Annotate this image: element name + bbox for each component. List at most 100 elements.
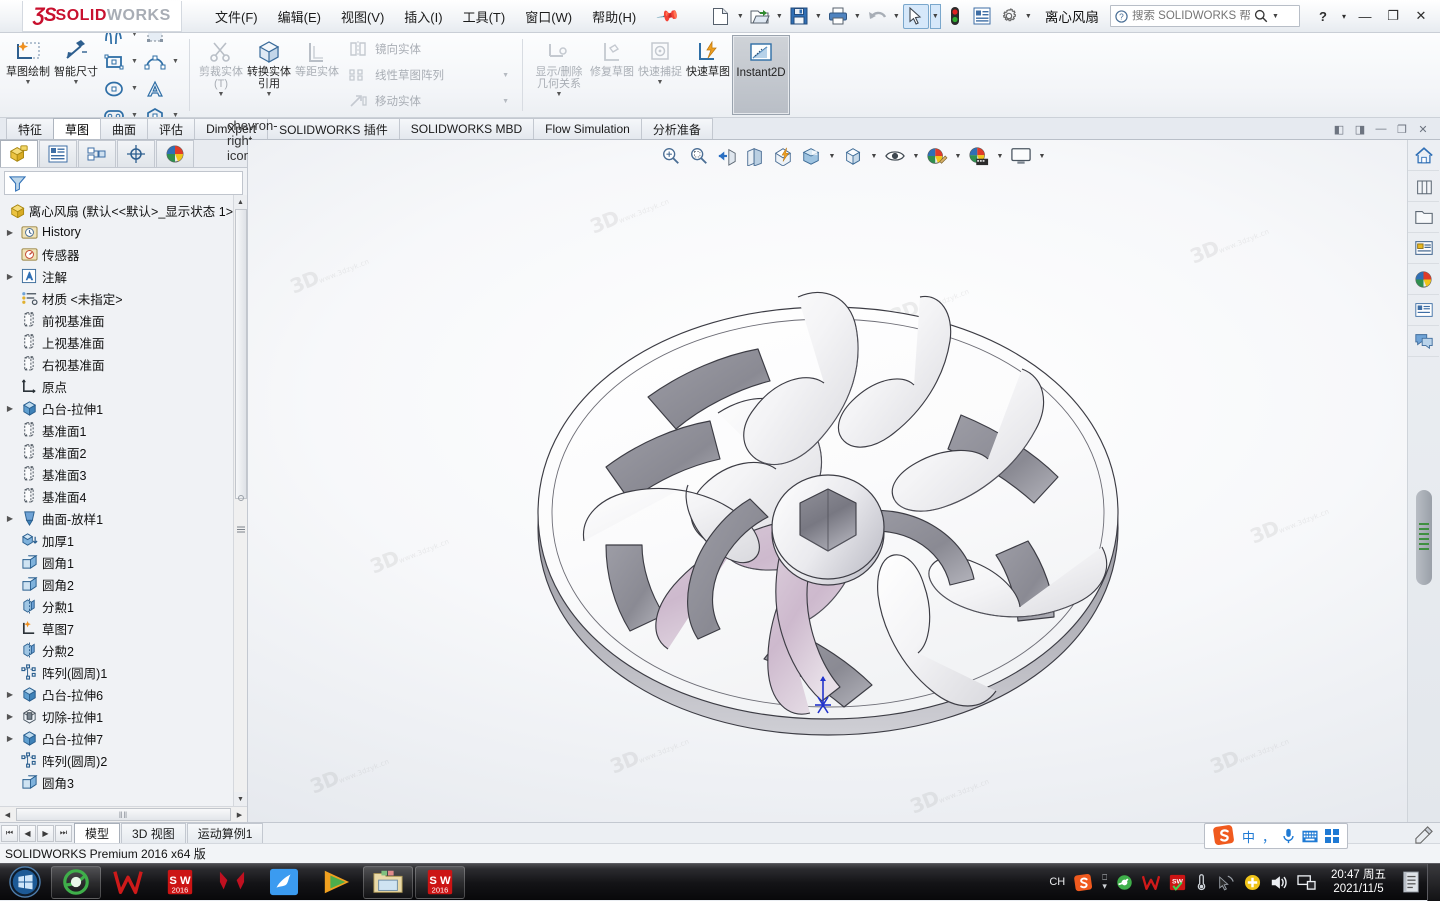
view-home-button[interactable] [1408,140,1439,171]
feature-tree-item[interactable]: 前视基准面 [0,309,233,331]
select-button[interactable] [902,3,929,29]
slot-dropdown[interactable]: ▼ [128,103,141,117]
scroll-down-button[interactable]: ▼ [234,792,247,806]
repair-sketch-button[interactable]: 修复草图 [588,35,636,115]
feature-tree-item[interactable]: 传感器 [0,243,233,265]
tray-solidworks-icon[interactable]: SW [1169,874,1186,891]
smart-dimension-button[interactable]: 智能尺寸 ▼ [52,35,100,115]
scene-dropdown[interactable]: ▼ [994,143,1006,169]
graphics-viewport[interactable]: 3Dwww.3dzyk.cn 3Dwww.3dzyk.cn 3Dwww.3dzy… [248,140,1440,822]
smart-dimension-dropdown[interactable]: ▼ [73,79,80,86]
polygon-dropdown[interactable]: ▼ [169,103,182,117]
feature-tree-item[interactable]: 右视基准面 [0,353,233,375]
scene-icon[interactable] [966,143,992,169]
doc-nav-last[interactable]: ⏭ [55,824,72,842]
display-style-icon[interactable] [798,143,824,169]
expand-arrow-icon[interactable]: ▶ [2,404,18,413]
feature-tree-item[interactable]: ▶ 凸台-拉伸6 [0,683,233,705]
feature-tree-item[interactable]: 基准面3 [0,463,233,485]
feature-tree-item[interactable]: 阵列(圆周)2 [0,749,233,771]
expand-arrow-icon[interactable]: ▶ [2,712,18,721]
restore-button[interactable]: ❐ [1380,4,1406,28]
taskbar-player-button[interactable] [311,866,361,899]
feature-tree-item[interactable]: ▶ 凸台-拉伸7 [0,727,233,749]
view-orientation-icon[interactable] [770,143,796,169]
search-dropdown-arrow[interactable]: ▼ [1272,13,1279,20]
feature-tree-item[interactable]: ▶ History [0,221,233,243]
tray-ie-icon[interactable] [1116,874,1133,891]
feature-tree-item[interactable]: ▶ 曲面-放样1 [0,507,233,529]
hscroll-thumb[interactable]: ‖‖ [16,808,231,821]
linear-sketch-pattern-item[interactable]: 线性草图阵列 ▼ [343,63,513,87]
doc-close-button[interactable]: ✕ [1414,121,1432,137]
taskbar-ie-button[interactable] [51,865,101,899]
custom-properties-button[interactable] [1408,233,1439,264]
convert-entities-button[interactable]: 转换实体引用 ▼ [245,35,293,115]
doc-next-button[interactable]: ◨ [1351,121,1369,137]
feature-tree-item[interactable]: 基准面2 [0,441,233,463]
sketch-button[interactable]: 草图绘制 ▼ [4,35,52,115]
file-properties-button[interactable] [969,4,995,29]
ellipse-icon[interactable] [100,76,128,102]
expand-arrow-icon[interactable]: ▶ [2,690,18,699]
doc-nav-next[interactable]: ▶ [37,824,54,842]
menu-insert[interactable]: 插入(I) [395,2,451,31]
tray-wps-icon[interactable] [1142,875,1161,890]
ellipse-dropdown[interactable]: ▼ [128,76,141,102]
ime-toolbox[interactable] [1325,829,1339,843]
tab-sketch[interactable]: 草图 [53,118,102,139]
instant2d-button[interactable]: Instant2D [732,35,790,115]
feature-tree-filter[interactable] [4,171,243,195]
tray-sogou-icon[interactable] [1074,873,1093,892]
save-button[interactable] [786,4,812,29]
task-pane-list-button[interactable] [1408,295,1439,326]
taskbar-solidworks-window[interactable]: S W 2016 [415,865,465,899]
expand-arrow-icon[interactable]: ▶ [2,514,18,523]
quick-snaps-dropdown[interactable]: ▼ [657,79,664,86]
feature-tree-item[interactable]: 草图7 [0,617,233,639]
tab-addins[interactable]: SOLIDWORKS 插件 [267,118,400,139]
monitor-icon[interactable] [1008,143,1034,169]
sketch-region-icon[interactable] [141,33,169,48]
zoom-area-icon[interactable] [686,143,712,169]
tray-update-icon[interactable] [1244,874,1261,891]
convert-entities-dropdown[interactable]: ▼ [266,91,273,98]
hscroll-left-button[interactable]: ◀ [0,811,15,819]
offset-entities-button[interactable]: 等距实体 [293,35,341,115]
feature-tree-item[interactable]: 分勲2 [0,639,233,661]
doc-prev-button[interactable]: ◧ [1330,121,1348,137]
arc-dropdown[interactable]: ▼ [169,49,182,75]
feature-manager-tab[interactable] [0,140,38,167]
spline-icon[interactable] [100,33,128,48]
rectangle-dropdown[interactable]: ▼ [128,49,141,75]
pushpin-icon[interactable]: 📌 [656,3,682,29]
text-a-icon[interactable] [141,76,169,102]
help-dropdown-arrow[interactable]: ▾ [1338,4,1350,28]
search-input[interactable] [1131,10,1250,22]
spline-dropdown[interactable]: ▼ [128,33,141,48]
start-button[interactable] [0,864,50,901]
tab-flow-simulation[interactable]: Flow Simulation [533,118,642,139]
display-delete-relations-button[interactable]: 显示/删除几何关系 ▼ [530,35,588,115]
minimize-button[interactable]: — [1352,4,1378,28]
mirror-entities-item[interactable]: 镜向实体 [343,37,513,61]
rectangle-icon[interactable] [100,49,128,75]
feature-tree-item[interactable]: 基准面1 [0,419,233,441]
move-entities-dropdown[interactable]: ▼ [502,98,509,105]
open-document-button[interactable] [747,4,773,29]
tray-mouse-icon[interactable] [1217,874,1235,891]
open-document-dropdown[interactable]: ▼ [774,4,785,29]
gear-icon[interactable] [996,4,1022,29]
new-document-dropdown[interactable]: ▼ [735,4,746,29]
doc-restore-button[interactable]: ❐ [1393,121,1411,137]
doc-nav-first[interactable]: ⏮ [1,824,18,842]
doc-tab-3dviews[interactable]: 3D 视图 [121,823,186,843]
view-palette-button[interactable] [1408,171,1439,202]
ime-voice-input[interactable] [1282,828,1295,844]
feature-tree-item[interactable]: 阵列(圆周)1 [0,661,233,683]
tray-language-indicator[interactable]: CH [1049,876,1065,888]
handwriting-pen-icon[interactable] [1414,826,1434,847]
display-style-dropdown[interactable]: ▼ [826,143,838,169]
feature-tree-horizontal-scrollbar[interactable]: ◀ ‖‖ ▶ [0,806,247,822]
feature-tree-item[interactable]: ▶ 切除-拉伸1 [0,705,233,727]
